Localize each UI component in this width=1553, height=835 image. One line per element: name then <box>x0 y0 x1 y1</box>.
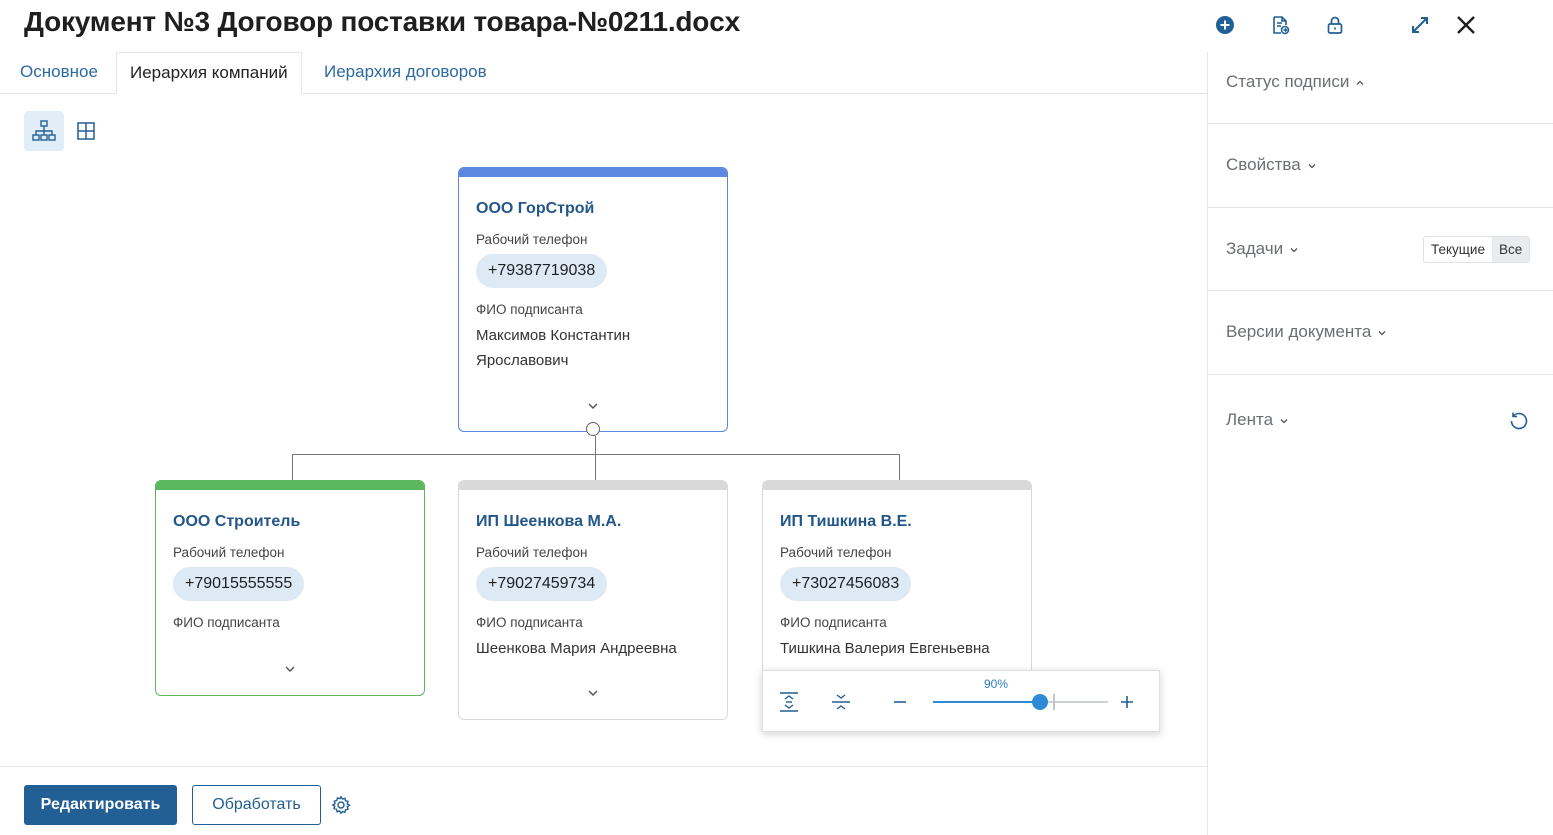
connector-child-1 <box>292 454 293 481</box>
section-feed: Лента <box>1208 375 1553 465</box>
tab-company-hierarchy[interactable]: Иерархия компаний <box>116 52 302 94</box>
filter-current[interactable]: Текущие <box>1424 237 1492 262</box>
chevron-down-icon <box>1308 163 1316 168</box>
section-title: Задачи <box>1226 239 1284 258</box>
company-card-root: ООО ГорСтрой Рабочий телефон +7938771903… <box>458 167 728 432</box>
phone-chip[interactable]: +79387719038 <box>476 254 608 288</box>
section-properties: Свойства <box>1208 124 1553 208</box>
collapse-all-icon[interactable] <box>828 689 854 715</box>
process-button[interactable]: Обработать <box>192 785 321 825</box>
chevron-down-icon[interactable] <box>585 685 601 701</box>
phone-chip[interactable]: +73027456083 <box>780 567 912 601</box>
zoom-out-icon[interactable] <box>887 689 913 715</box>
company-name[interactable]: ООО Строитель <box>173 513 300 531</box>
chevron-down-icon <box>1378 330 1386 335</box>
hierarchy-view-button[interactable] <box>24 111 64 151</box>
card-color-bar <box>156 481 424 490</box>
company-name[interactable]: ООО ГорСтрой <box>476 200 594 218</box>
close-icon[interactable] <box>1449 8 1483 42</box>
phone-label: Рабочий телефон <box>476 545 588 560</box>
phone-label: Рабочий телефон <box>780 545 892 560</box>
company-name[interactable]: ИП Шеенкова М.А. <box>476 513 621 531</box>
connector-child-3 <box>899 454 900 481</box>
table-view-button[interactable] <box>66 111 106 151</box>
company-card-child: ИП Шеенкова М.А. Рабочий телефон +790274… <box>458 480 728 720</box>
lock-icon[interactable] <box>1318 8 1352 42</box>
zoom-slider-fill <box>933 701 1040 703</box>
zoom-value: 90% <box>983 677 1009 691</box>
signer-label: ФИО подписанта <box>476 302 583 317</box>
refresh-icon[interactable] <box>1508 410 1530 432</box>
document-export-icon[interactable] <box>1263 8 1297 42</box>
collapse-node-icon[interactable] <box>586 422 600 436</box>
zoom-slider-thumb[interactable] <box>1032 694 1048 710</box>
phone-chip[interactable]: +79027459734 <box>476 567 608 601</box>
section-toggle[interactable]: Задачи <box>1226 239 1299 259</box>
tasks-filter: Текущие Все <box>1423 236 1531 263</box>
chevron-up-icon <box>1356 80 1364 85</box>
tab-main[interactable]: Основное <box>7 52 111 94</box>
chevron-down-icon[interactable] <box>585 398 601 414</box>
add-circle-icon[interactable] <box>1208 8 1242 42</box>
section-document-versions: Версии документа <box>1208 291 1553 375</box>
connector-root <box>595 436 596 455</box>
signer-name: Максимов Константин Ярославович <box>476 327 631 369</box>
section-toggle[interactable]: Версии документа <box>1226 322 1387 342</box>
signer-label: ФИО подписанта <box>173 615 280 630</box>
chevron-down-icon[interactable] <box>282 661 298 677</box>
company-card-child: ООО Строитель Рабочий телефон +790155555… <box>155 480 425 696</box>
expand-all-icon[interactable] <box>776 689 802 715</box>
header-actions <box>1216 8 1553 42</box>
tab-contract-hierarchy[interactable]: Иерархия договоров <box>311 52 500 94</box>
hierarchy-view-icon <box>32 120 56 141</box>
connector-horizontal <box>292 454 900 455</box>
expand-icon[interactable] <box>1403 8 1437 42</box>
zoom-panel: 90% <box>762 670 1160 732</box>
chevron-down-icon <box>1280 418 1288 423</box>
phone-label: Рабочий телефон <box>173 545 285 560</box>
section-title: Лента <box>1226 410 1274 429</box>
card-color-bar <box>763 481 1031 490</box>
signer-name: Шеенкова Мария Андреевна <box>476 640 677 657</box>
filter-all[interactable]: Все <box>1491 237 1530 262</box>
edit-button[interactable]: Редактировать <box>24 785 177 825</box>
section-title: Версии документа <box>1226 322 1372 341</box>
signer-name: Тишкина Валерия Евгеньевна <box>780 640 990 657</box>
chevron-down-icon <box>1290 247 1298 252</box>
phone-label: Рабочий телефон <box>476 232 588 247</box>
card-color-bar <box>459 481 727 490</box>
section-toggle[interactable]: Статус подписи <box>1226 72 1365 92</box>
tab-bar: Основное Иерархия компаний Иерархия дого… <box>0 52 1207 94</box>
section-title: Свойства <box>1226 155 1301 174</box>
section-toggle[interactable]: Лента <box>1226 410 1289 430</box>
connector-child-2 <box>595 454 596 481</box>
page-title: Документ №3 Договор поставки товара-№021… <box>24 6 740 37</box>
section-toggle[interactable]: Свойства <box>1226 155 1317 175</box>
table-view-icon <box>77 122 95 140</box>
card-color-bar <box>459 168 727 177</box>
footer-divider <box>0 766 1207 767</box>
section-title: Статус подписи <box>1226 72 1350 91</box>
zoom-slider[interactable] <box>933 694 1108 710</box>
section-signature-status: Статус подписи <box>1208 52 1553 124</box>
phone-chip[interactable]: +79015555555 <box>173 567 305 601</box>
signer-label: ФИО подписанта <box>476 615 583 630</box>
company-name[interactable]: ИП Тишкина В.Е. <box>780 513 912 531</box>
signer-label: ФИО подписанта <box>780 615 887 630</box>
zoom-in-icon[interactable] <box>1114 689 1140 715</box>
gear-icon[interactable] <box>331 795 351 815</box>
zoom-default-tick <box>1053 694 1055 710</box>
